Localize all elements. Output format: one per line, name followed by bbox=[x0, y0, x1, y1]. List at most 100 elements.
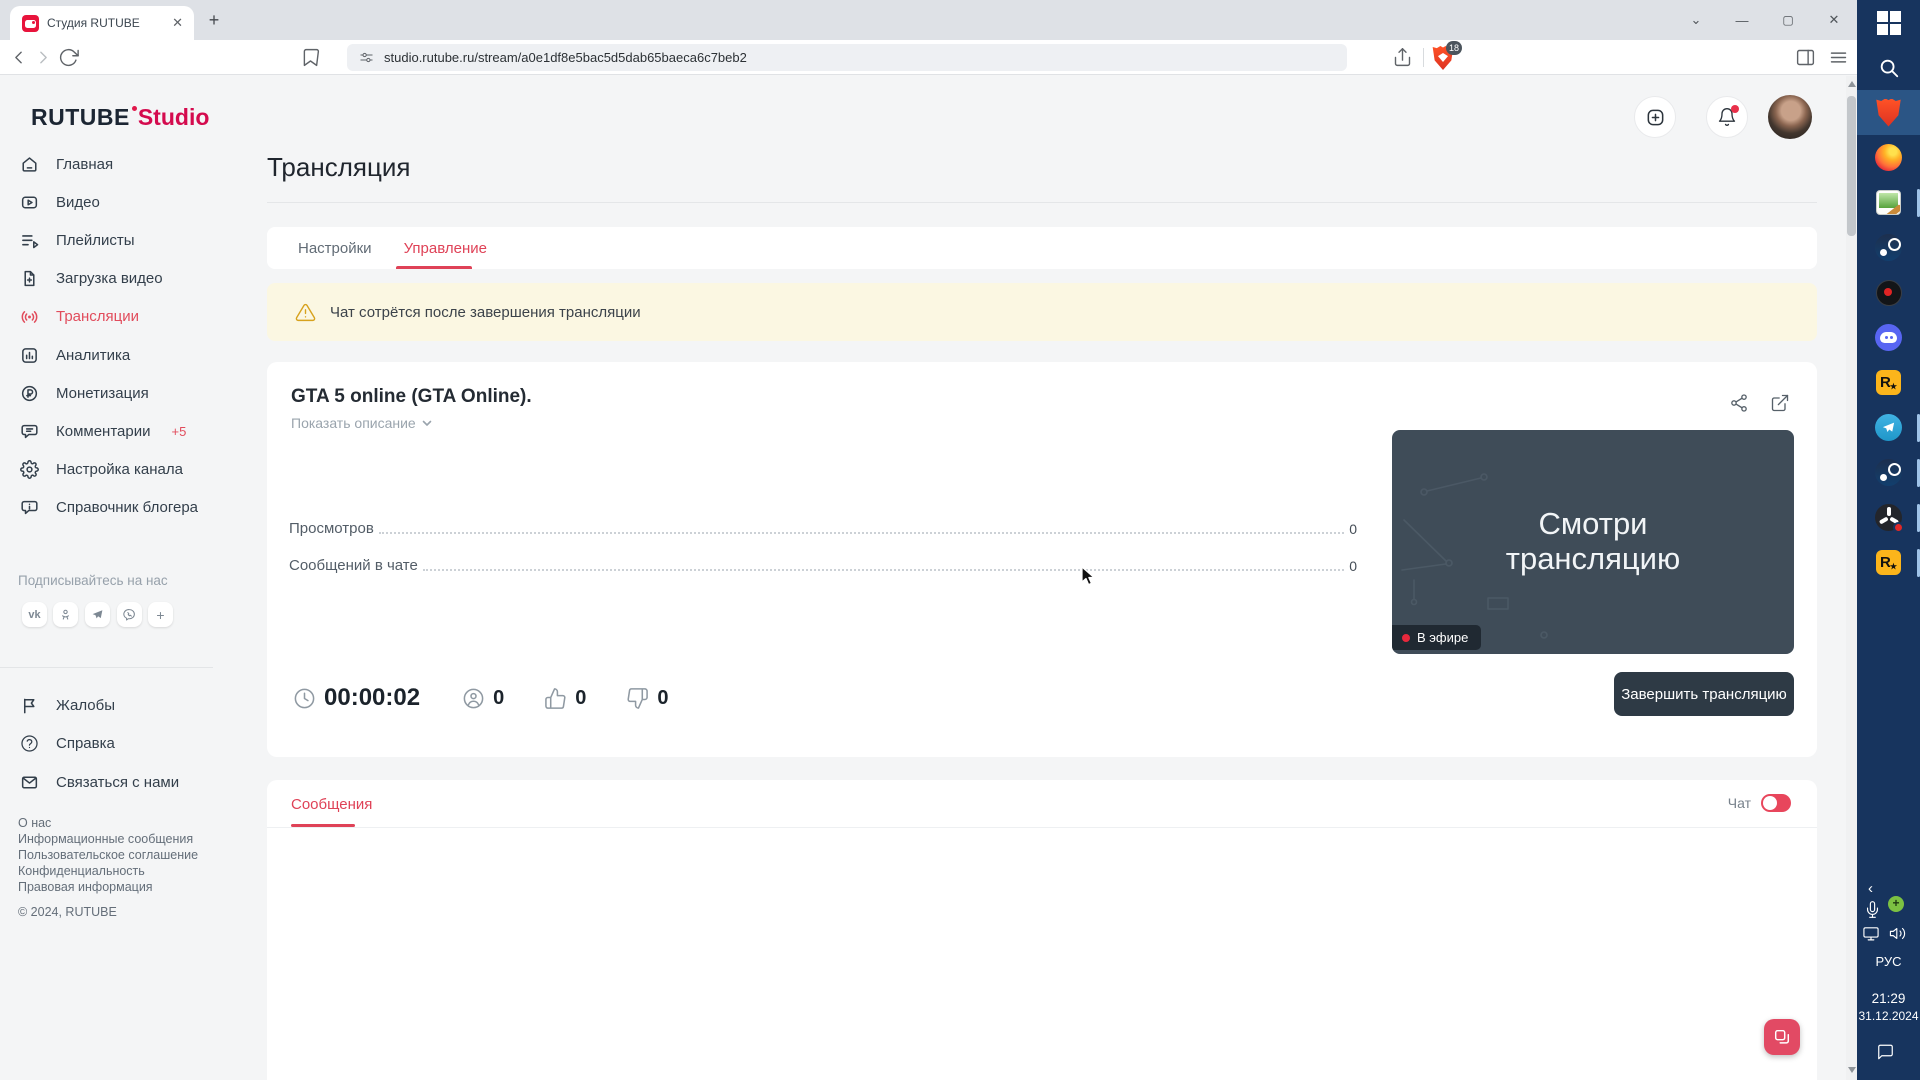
microphone-icon[interactable] bbox=[1864, 900, 1881, 919]
taskbar-brave-button[interactable] bbox=[1857, 90, 1920, 135]
sidebar-item-analytics[interactable]: Аналитика bbox=[20, 343, 130, 367]
action-center-icon[interactable] bbox=[1876, 1043, 1895, 1061]
reload-icon[interactable] bbox=[58, 47, 79, 68]
sidebar-item-channel-settings[interactable]: Настройка канала bbox=[20, 457, 183, 481]
close-button[interactable]: ✕ bbox=[1811, 0, 1857, 40]
viber-icon bbox=[123, 608, 136, 621]
sidebar-item-label: Главная bbox=[56, 156, 113, 173]
image-editor-icon bbox=[1876, 190, 1901, 215]
sidebar-item-contact[interactable]: Связаться с нами bbox=[20, 770, 179, 794]
live-badge-label: В эфире bbox=[1417, 630, 1468, 645]
bookmark-icon[interactable] bbox=[300, 47, 321, 68]
tray-expand-chevron-icon[interactable]: ‹ bbox=[1868, 880, 1873, 897]
footer-link-terms[interactable]: Пользовательское соглашение bbox=[18, 847, 198, 863]
thumbs-up-icon bbox=[544, 687, 567, 710]
social-viber-button[interactable] bbox=[117, 602, 142, 627]
viewers-icon bbox=[462, 687, 485, 710]
browser-tabstrip: Студия RUTUBE ✕ + ⌄ — ▢ ✕ bbox=[0, 0, 1857, 40]
browser-tab[interactable]: Студия RUTUBE ✕ bbox=[10, 6, 194, 40]
comments-count-badge: +5 bbox=[171, 424, 186, 439]
end-stream-button[interactable]: Завершить трансляцию bbox=[1614, 672, 1794, 716]
sidebar-item-home[interactable]: Главная bbox=[20, 152, 113, 176]
flag-icon bbox=[20, 696, 39, 715]
scrollbar-down-arrow-icon[interactable] bbox=[1848, 1067, 1856, 1073]
stat-label: Сообщений в чате bbox=[289, 557, 418, 574]
tray-date[interactable]: 31.12.2024 bbox=[1857, 1009, 1920, 1023]
avatar[interactable] bbox=[1768, 95, 1812, 139]
tab-settings[interactable]: Настройки bbox=[298, 240, 372, 257]
share-icon[interactable] bbox=[1729, 393, 1749, 413]
elapsed-time: 00:00:02 bbox=[324, 684, 420, 712]
taskbar-rockstar-button[interactable]: R★ bbox=[1857, 360, 1920, 405]
tab-management[interactable]: Управление bbox=[404, 240, 487, 257]
chat-warning-banner: Чат сотрётся после завершения трансляции bbox=[267, 283, 1817, 341]
social-telegram-button[interactable] bbox=[85, 602, 110, 627]
url-text: studio.rutube.ru/stream/a0e1df8e5bac5d5d… bbox=[384, 50, 747, 65]
sidebar-item-blogger-guide[interactable]: Справочник блогера bbox=[20, 495, 198, 519]
tray-clock[interactable]: 21:29 bbox=[1857, 991, 1920, 1006]
footer-link-legal[interactable]: Правовая информация bbox=[18, 879, 198, 895]
chat-toggle[interactable] bbox=[1761, 794, 1791, 812]
sidebar-item-video[interactable]: Видео bbox=[20, 190, 100, 214]
network-display-icon[interactable] bbox=[1862, 925, 1880, 942]
footer-link-about[interactable]: О нас bbox=[18, 815, 198, 831]
rutube-studio-logo[interactable]: RUTUBE Studio bbox=[31, 104, 209, 131]
tray-green-plus-badge[interactable]: + bbox=[1888, 896, 1904, 912]
show-description-link[interactable]: Показать описание bbox=[291, 415, 432, 431]
taskbar-obs-button[interactable] bbox=[1857, 495, 1920, 540]
scrollbar-thumb[interactable] bbox=[1847, 96, 1856, 236]
new-tab-button[interactable]: + bbox=[200, 8, 228, 32]
forward-icon[interactable] bbox=[33, 47, 54, 68]
taskbar-discord-button[interactable] bbox=[1857, 315, 1920, 360]
taskbar-recor​der-button[interactable] bbox=[1857, 270, 1920, 315]
sidebar-item-playlists[interactable]: Плейлисты bbox=[20, 228, 135, 252]
sidebar-toggle-icon[interactable] bbox=[1795, 47, 1816, 68]
tab-close-icon[interactable]: ✕ bbox=[169, 15, 186, 31]
start-button[interactable] bbox=[1857, 0, 1920, 45]
open-external-icon[interactable] bbox=[1770, 393, 1790, 413]
social-ok-button[interactable] bbox=[53, 602, 78, 627]
minimize-button[interactable]: — bbox=[1719, 0, 1765, 40]
maximize-button[interactable]: ▢ bbox=[1765, 0, 1811, 40]
menu-icon[interactable] bbox=[1828, 47, 1849, 68]
create-stream-button[interactable] bbox=[1634, 96, 1676, 138]
footer-link-news[interactable]: Информационные сообщения bbox=[18, 831, 198, 847]
tab-search-icon[interactable]: ⌄ bbox=[1673, 0, 1719, 40]
scrollbar-up-arrow-icon[interactable] bbox=[1848, 81, 1856, 87]
taskbar-telegram-button[interactable] bbox=[1857, 405, 1920, 450]
stat-row-chat-messages: Сообщений в чате 0 bbox=[289, 557, 1357, 574]
social-more-button[interactable]: + bbox=[148, 602, 173, 627]
viewers-count: 0 bbox=[493, 687, 504, 710]
plus-icon: + bbox=[156, 607, 164, 623]
clock-icon bbox=[293, 687, 316, 710]
address-bar[interactable]: studio.rutube.ru/stream/a0e1df8e5bac5d5d… bbox=[347, 44, 1347, 71]
stream-preview[interactable]: Смотри трансляцию В эфире bbox=[1392, 430, 1794, 654]
tab-messages[interactable]: Сообщения bbox=[291, 796, 372, 813]
window-controls: ⌄ — ▢ ✕ bbox=[1673, 0, 1857, 40]
sidebar-item-monetization[interactable]: Монетизация bbox=[20, 381, 149, 405]
back-icon[interactable] bbox=[8, 47, 29, 68]
sidebar-item-streams[interactable]: Трансляции bbox=[20, 304, 139, 328]
taskbar-steam-button[interactable] bbox=[1857, 225, 1920, 270]
speaker-icon[interactable] bbox=[1889, 925, 1906, 942]
notifications-button[interactable] bbox=[1706, 96, 1748, 138]
language-indicator[interactable]: РУС bbox=[1857, 954, 1920, 969]
sidebar-item-label: Монетизация bbox=[56, 385, 149, 402]
taskbar-firefox-button[interactable] bbox=[1857, 135, 1920, 180]
sidebar-item-complaints[interactable]: Жалобы bbox=[20, 693, 115, 717]
tab-title: Студия RUTUBE bbox=[47, 16, 161, 30]
mouse-cursor bbox=[1080, 566, 1099, 587]
taskbar-search-button[interactable] bbox=[1857, 45, 1920, 90]
site-settings-icon[interactable] bbox=[359, 50, 374, 65]
feedback-widget-button[interactable] bbox=[1764, 1019, 1800, 1055]
taskbar-rockstar-running-button[interactable]: R★ bbox=[1857, 540, 1920, 585]
social-vk-button[interactable]: vk bbox=[22, 602, 47, 627]
brave-icon bbox=[1876, 99, 1902, 127]
sidebar-item-upload[interactable]: Загрузка видео bbox=[20, 266, 163, 290]
sidebar-item-comments[interactable]: Комментарии +5 bbox=[20, 419, 186, 443]
footer-link-privacy[interactable]: Конфиденциальность bbox=[18, 863, 198, 879]
taskbar-steam-running-button[interactable] bbox=[1857, 450, 1920, 495]
share-page-icon[interactable] bbox=[1392, 47, 1413, 68]
sidebar-item-help[interactable]: Справка bbox=[20, 731, 115, 755]
taskbar-image-editor-button[interactable] bbox=[1857, 180, 1920, 225]
